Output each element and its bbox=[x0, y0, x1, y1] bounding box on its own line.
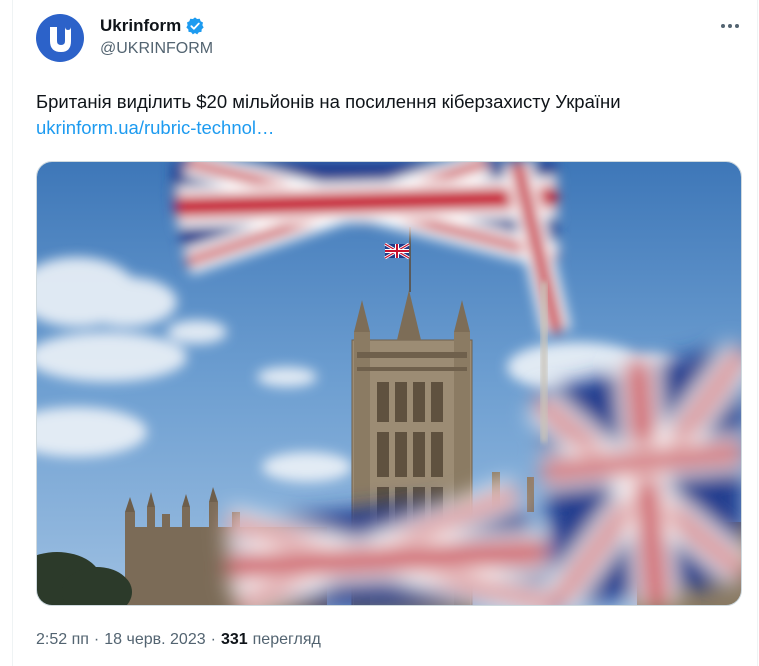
left-border bbox=[12, 0, 13, 666]
views-count[interactable]: 331 bbox=[221, 631, 248, 649]
right-border bbox=[757, 0, 758, 666]
more-horizontal-icon[interactable] bbox=[713, 12, 747, 40]
tweet-photo[interactable] bbox=[36, 161, 742, 606]
meta-separator: · bbox=[93, 631, 100, 648]
display-name[interactable]: Ukrinform bbox=[100, 16, 181, 36]
tweet-link[interactable]: ukrinform.ua/rubric-technol… bbox=[36, 115, 736, 141]
verified-badge-icon[interactable] bbox=[185, 16, 205, 36]
tweet-time[interactable]: 2:52 пп bbox=[36, 631, 89, 649]
handle[interactable]: @UKRINFORM bbox=[100, 40, 213, 58]
ukrinform-logo-icon bbox=[50, 24, 71, 52]
author-info: Ukrinform @UKRINFORM bbox=[100, 15, 213, 58]
tweet-meta: 2:52 пп · 18 черв. 2023 · 331 перегляд bbox=[36, 629, 321, 651]
photo-houses-of-parliament-with-union-flags bbox=[37, 162, 741, 605]
tweet-date[interactable]: 18 черв. 2023 bbox=[104, 631, 205, 649]
tweet-text: Британія виділить $20 мільйонів на посил… bbox=[36, 91, 621, 112]
tweet-header: Ukrinform @UKRINFORM bbox=[32, 10, 747, 66]
views-label: перегляд bbox=[252, 631, 321, 648]
meta-separator-2: · bbox=[210, 631, 216, 648]
avatar[interactable] bbox=[36, 14, 84, 62]
tweet-body: Британія виділить $20 мільйонів на посил… bbox=[36, 89, 736, 141]
